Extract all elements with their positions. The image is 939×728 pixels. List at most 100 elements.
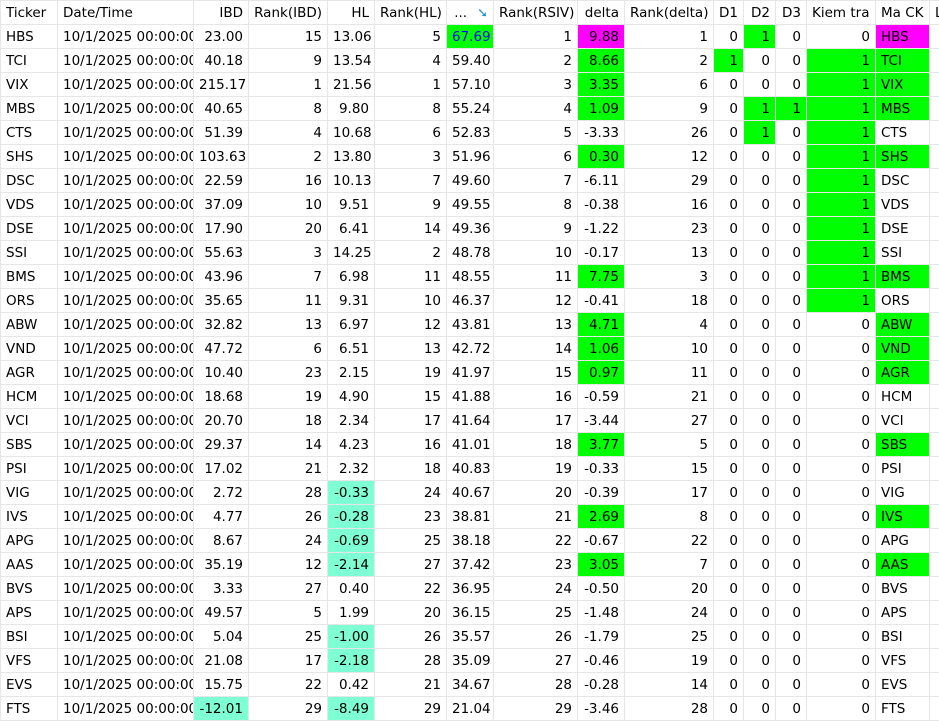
cell-d2[interactable]: 1: [743, 120, 776, 145]
cell-rank-delta[interactable]: 14: [624, 672, 714, 697]
cell-hl[interactable]: 6.51: [327, 336, 375, 361]
cell-datetime[interactable]: 10/1/2025 00:00:00: [57, 168, 194, 193]
cell-rank-ibd[interactable]: 8: [248, 96, 328, 121]
cell-rank-ibd[interactable]: 11: [248, 288, 328, 313]
cell-ticker[interactable]: SBS: [0, 432, 58, 457]
table-row[interactable]: VFS 10/1/2025 00:00:00 21.08 17 -2.18 28 35.09…: [0, 648, 939, 673]
cell-ibd[interactable]: 55.63: [193, 240, 249, 265]
cell-hl[interactable]: 21.56: [327, 72, 375, 97]
cell-hl[interactable]: 9.31: [327, 288, 375, 313]
cell-rank-hl[interactable]: 3: [374, 144, 447, 169]
cell-datetime[interactable]: 10/1/2025 00:00:00: [57, 432, 194, 457]
cell-rsiv[interactable]: 40.83: [446, 456, 494, 481]
column-header-hl[interactable]: HL: [327, 0, 375, 25]
cell-l-cell[interactable]: [929, 312, 939, 337]
cell-hl[interactable]: -0.28: [327, 504, 375, 529]
cell-datetime[interactable]: 10/1/2025 00:00:00: [57, 144, 194, 169]
cell-rsiv[interactable]: 55.24: [446, 96, 494, 121]
column-header-d2[interactable]: D2: [743, 0, 776, 25]
cell-kiem-tra[interactable]: 0: [806, 600, 876, 625]
cell-d3[interactable]: 0: [775, 504, 807, 529]
cell-rank-hl[interactable]: 19: [374, 360, 447, 385]
cell-l-cell[interactable]: [929, 552, 939, 577]
column-header-rank-hl-[interactable]: Rank(HL): [374, 0, 447, 25]
cell-d3[interactable]: 0: [775, 72, 807, 97]
cell-ma-ck[interactable]: VCI: [875, 408, 930, 433]
cell-ibd[interactable]: 103.63: [193, 144, 249, 169]
cell-d3[interactable]: 0: [775, 168, 807, 193]
cell-delta[interactable]: -3.33: [577, 120, 625, 145]
cell-rsiv[interactable]: 35.57: [446, 624, 494, 649]
cell-hl[interactable]: -0.33: [327, 480, 375, 505]
cell-datetime[interactable]: 10/1/2025 00:00:00: [57, 240, 194, 265]
cell-rank-ibd[interactable]: 14: [248, 432, 328, 457]
cell-delta[interactable]: -6.11: [577, 168, 625, 193]
cell-ticker[interactable]: VIG: [0, 480, 58, 505]
cell-rank-delta[interactable]: 24: [624, 600, 714, 625]
cell-rank-ibd[interactable]: 20: [248, 216, 328, 241]
table-row[interactable]: VDS 10/1/2025 00:00:00 37.09 10 9.51 9 49.55 8-…: [0, 192, 939, 217]
cell-rsiv[interactable]: 49.36: [446, 216, 494, 241]
cell-rank-hl[interactable]: 1: [374, 72, 447, 97]
cell-rank-ibd[interactable]: 19: [248, 384, 328, 409]
cell-l-cell[interactable]: [929, 216, 939, 241]
cell-rsiv[interactable]: 41.64: [446, 408, 494, 433]
cell-d1[interactable]: 0: [713, 696, 744, 721]
cell-kiem-tra[interactable]: 1: [806, 96, 876, 121]
cell-rank-rsiv[interactable]: 11: [493, 264, 578, 289]
table-row[interactable]: CTS 10/1/2025 00:00:00 51.39 4 10.68 6 52.83 5-…: [0, 120, 939, 145]
cell-rank-rsiv[interactable]: 7: [493, 168, 578, 193]
cell-ma-ck[interactable]: VIG: [875, 480, 930, 505]
cell-datetime[interactable]: 10/1/2025 00:00:00: [57, 672, 194, 697]
table-row[interactable]: DSC 10/1/2025 00:00:00 22.59 16 10.13 7 49.60 7…: [0, 168, 939, 193]
cell-kiem-tra[interactable]: 0: [806, 432, 876, 457]
cell-datetime[interactable]: 10/1/2025 00:00:00: [57, 336, 194, 361]
cell-l-cell[interactable]: [929, 504, 939, 529]
table-row[interactable]: VND 10/1/2025 00:00:00 47.72 6 6.51 13 42.72 14…: [0, 336, 939, 361]
cell-delta[interactable]: -0.67: [577, 528, 625, 553]
table-row[interactable]: SSI 10/1/2025 00:00:00 55.63 3 14.25 2 48.78 10…: [0, 240, 939, 265]
cell-ma-ck[interactable]: APG: [875, 528, 930, 553]
cell-ibd[interactable]: 8.67: [193, 528, 249, 553]
cell-rank-ibd[interactable]: 25: [248, 624, 328, 649]
cell-rank-ibd[interactable]: 12: [248, 552, 328, 577]
cell-ma-ck[interactable]: CTS: [875, 120, 930, 145]
cell-kiem-tra[interactable]: 0: [806, 552, 876, 577]
column-header-l[interactable]: L: [929, 0, 939, 25]
cell-ma-ck[interactable]: VND: [875, 336, 930, 361]
cell-rank-delta[interactable]: 22: [624, 528, 714, 553]
cell-rank-rsiv[interactable]: 12: [493, 288, 578, 313]
cell-d2[interactable]: 0: [743, 336, 776, 361]
cell-d1[interactable]: 0: [713, 576, 744, 601]
cell-d1[interactable]: 0: [713, 648, 744, 673]
cell-rank-ibd[interactable]: 15: [248, 24, 328, 49]
cell-d1[interactable]: 0: [713, 528, 744, 553]
cell-kiem-tra[interactable]: 1: [806, 48, 876, 73]
cell-rank-rsiv[interactable]: 27: [493, 648, 578, 673]
cell-kiem-tra[interactable]: 1: [806, 240, 876, 265]
cell-d3[interactable]: 0: [775, 528, 807, 553]
cell-d1[interactable]: 0: [713, 624, 744, 649]
cell-d1[interactable]: 0: [713, 144, 744, 169]
cell-d3[interactable]: 0: [775, 120, 807, 145]
cell-rank-ibd[interactable]: 5: [248, 600, 328, 625]
cell-kiem-tra[interactable]: 0: [806, 504, 876, 529]
cell-delta[interactable]: -0.50: [577, 576, 625, 601]
cell-rank-delta[interactable]: 3: [624, 264, 714, 289]
cell-rsiv[interactable]: 49.60: [446, 168, 494, 193]
cell-ticker[interactable]: CTS: [0, 120, 58, 145]
cell-ma-ck[interactable]: IVS: [875, 504, 930, 529]
cell-delta[interactable]: -1.48: [577, 600, 625, 625]
cell-d1[interactable]: 0: [713, 216, 744, 241]
cell-kiem-tra[interactable]: 1: [806, 120, 876, 145]
table-row[interactable]: APS 10/1/2025 00:00:00 49.57 5 1.99 20 36.15 25…: [0, 600, 939, 625]
cell-hl[interactable]: 0.42: [327, 672, 375, 697]
cell-hl[interactable]: 9.80: [327, 96, 375, 121]
cell-rsiv[interactable]: 37.42: [446, 552, 494, 577]
cell-delta[interactable]: -0.39: [577, 480, 625, 505]
cell-ma-ck[interactable]: BVS: [875, 576, 930, 601]
cell-hl[interactable]: 4.23: [327, 432, 375, 457]
cell-kiem-tra[interactable]: 0: [806, 384, 876, 409]
cell-rank-rsiv[interactable]: 23: [493, 552, 578, 577]
cell-datetime[interactable]: 10/1/2025 00:00:00: [57, 528, 194, 553]
